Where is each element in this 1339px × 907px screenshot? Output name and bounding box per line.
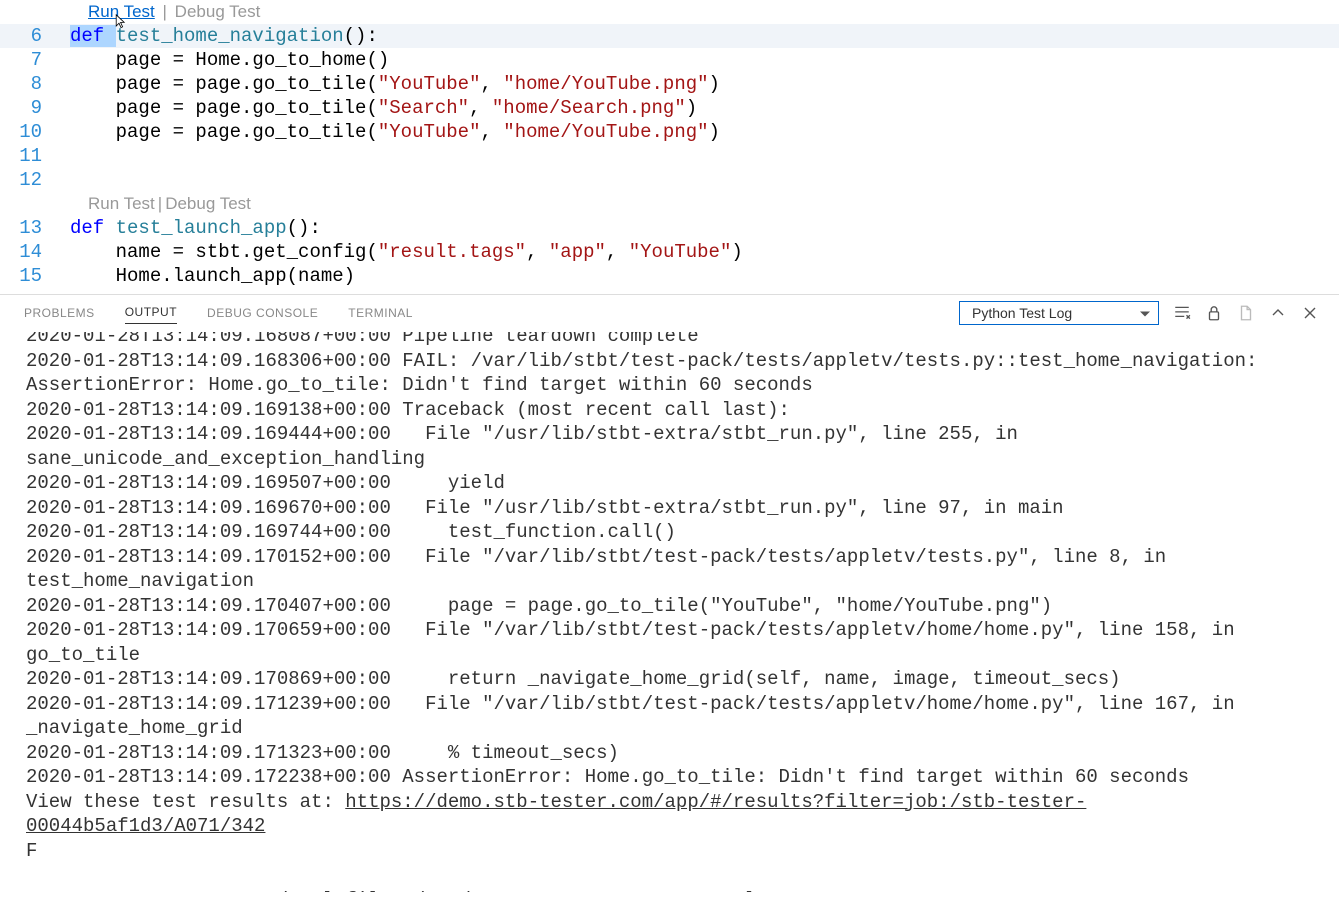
output-line: ------------- generated xml file: /tmp/t…: [26, 888, 1313, 893]
code-lens-sep: |: [163, 2, 167, 21]
open-file-icon: [1237, 304, 1255, 322]
output-line: 2020-01-28T13:14:09.169670+00:00 File "/…: [26, 496, 1313, 521]
code-line[interactable]: 14 name = stbt.get_config("result.tags",…: [0, 240, 1339, 264]
tab-output[interactable]: OUTPUT: [125, 301, 177, 324]
code-line[interactable]: 12: [0, 168, 1339, 192]
tab-debug-console[interactable]: DEBUG CONSOLE: [207, 302, 318, 324]
code-line[interactable]: 9 page = page.go_to_tile("Search", "home…: [0, 96, 1339, 120]
clear-output-icon[interactable]: [1173, 304, 1191, 322]
close-icon[interactable]: [1301, 304, 1319, 322]
panel-tabs: PROBLEMS OUTPUT DEBUG CONSOLE TERMINAL P…: [0, 295, 1339, 332]
code-content[interactable]: name = stbt.get_config("result.tags", "a…: [70, 240, 743, 264]
code-lens-sep: |: [158, 194, 162, 213]
tab-terminal[interactable]: TERMINAL: [348, 302, 413, 324]
code-content[interactable]: page = page.go_to_tile("Search", "home/S…: [70, 96, 697, 120]
code-editor[interactable]: Run Test | Debug Test 6def test_home_nav…: [0, 0, 1339, 294]
output-line: View these test results at: https://demo…: [26, 790, 1313, 839]
code-line[interactable]: 7 page = Home.go_to_home(): [0, 48, 1339, 72]
code-lens-row-2: Run Test|Debug Test: [88, 192, 1339, 216]
run-test-link[interactable]: Run Test: [88, 194, 155, 213]
line-number: 14: [0, 240, 70, 264]
line-number: 15: [0, 264, 70, 288]
code-line[interactable]: 6def test_home_navigation():: [0, 24, 1339, 48]
output-panel[interactable]: 2020-01-28T13:14:09.168087+00:00 Pipelin…: [0, 332, 1339, 892]
line-number: 7: [0, 48, 70, 72]
output-line: 2020-01-28T13:14:09.170407+00:00 page = …: [26, 594, 1313, 619]
output-line: 2020-01-28T13:14:09.168087+00:00 Pipelin…: [26, 332, 1313, 349]
line-number: 12: [0, 168, 70, 192]
panel-actions: Python Test Log: [959, 301, 1319, 325]
line-number: 9: [0, 96, 70, 120]
output-line: 2020-01-28T13:14:09.169507+00:00 yield: [26, 471, 1313, 496]
output-line: 2020-01-28T13:14:09.171323+00:00 % timeo…: [26, 741, 1313, 766]
output-line: 2020-01-28T13:14:09.170659+00:00 File "/…: [26, 618, 1313, 667]
tab-problems[interactable]: PROBLEMS: [24, 302, 95, 324]
output-line: 2020-01-28T13:14:09.170869+00:00 return …: [26, 667, 1313, 692]
code-content[interactable]: page = page.go_to_tile("YouTube", "home/…: [70, 72, 720, 96]
output-line: 2020-01-28T13:14:09.172238+00:00 Asserti…: [26, 765, 1313, 790]
debug-test-link[interactable]: Debug Test: [165, 194, 251, 213]
code-line[interactable]: 10 page = page.go_to_tile("YouTube", "ho…: [0, 120, 1339, 144]
code-line[interactable]: 8 page = page.go_to_tile("YouTube", "hom…: [0, 72, 1339, 96]
line-number: 11: [0, 144, 70, 168]
output-channel-dropdown[interactable]: Python Test Log: [959, 301, 1159, 325]
line-number: 8: [0, 72, 70, 96]
line-number: 6: [0, 24, 70, 48]
code-content[interactable]: def test_home_navigation():: [70, 24, 378, 48]
line-number: 13: [0, 216, 70, 240]
chevron-up-icon[interactable]: [1269, 304, 1287, 322]
code-line[interactable]: 15 Home.launch_app(name): [0, 264, 1339, 288]
output-line: 2020-01-28T13:14:09.169444+00:00 File "/…: [26, 422, 1313, 471]
code-line[interactable]: 13def test_launch_app():: [0, 216, 1339, 240]
debug-test-link[interactable]: Debug Test: [175, 2, 261, 21]
code-lens-row-1: Run Test | Debug Test: [88, 0, 1339, 24]
code-content[interactable]: page = Home.go_to_home(): [70, 48, 389, 72]
output-line: [26, 863, 1313, 888]
code-content[interactable]: Home.launch_app(name): [70, 264, 355, 288]
code-content[interactable]: def test_launch_app():: [70, 216, 321, 240]
line-number: 10: [0, 120, 70, 144]
output-line: 2020-01-28T13:14:09.168306+00:00 FAIL: /…: [26, 349, 1313, 398]
output-line: 2020-01-28T13:14:09.169744+00:00 test_fu…: [26, 520, 1313, 545]
code-line[interactable]: 11: [0, 144, 1339, 168]
output-line: F: [26, 839, 1313, 864]
code-content[interactable]: page = page.go_to_tile("YouTube", "home/…: [70, 120, 720, 144]
output-line: 2020-01-28T13:14:09.169138+00:00 Traceba…: [26, 398, 1313, 423]
output-line: 2020-01-28T13:14:09.170152+00:00 File "/…: [26, 545, 1313, 594]
run-test-link[interactable]: Run Test: [88, 2, 155, 21]
lock-scroll-icon[interactable]: [1205, 304, 1223, 322]
output-line: 2020-01-28T13:14:09.171239+00:00 File "/…: [26, 692, 1313, 741]
